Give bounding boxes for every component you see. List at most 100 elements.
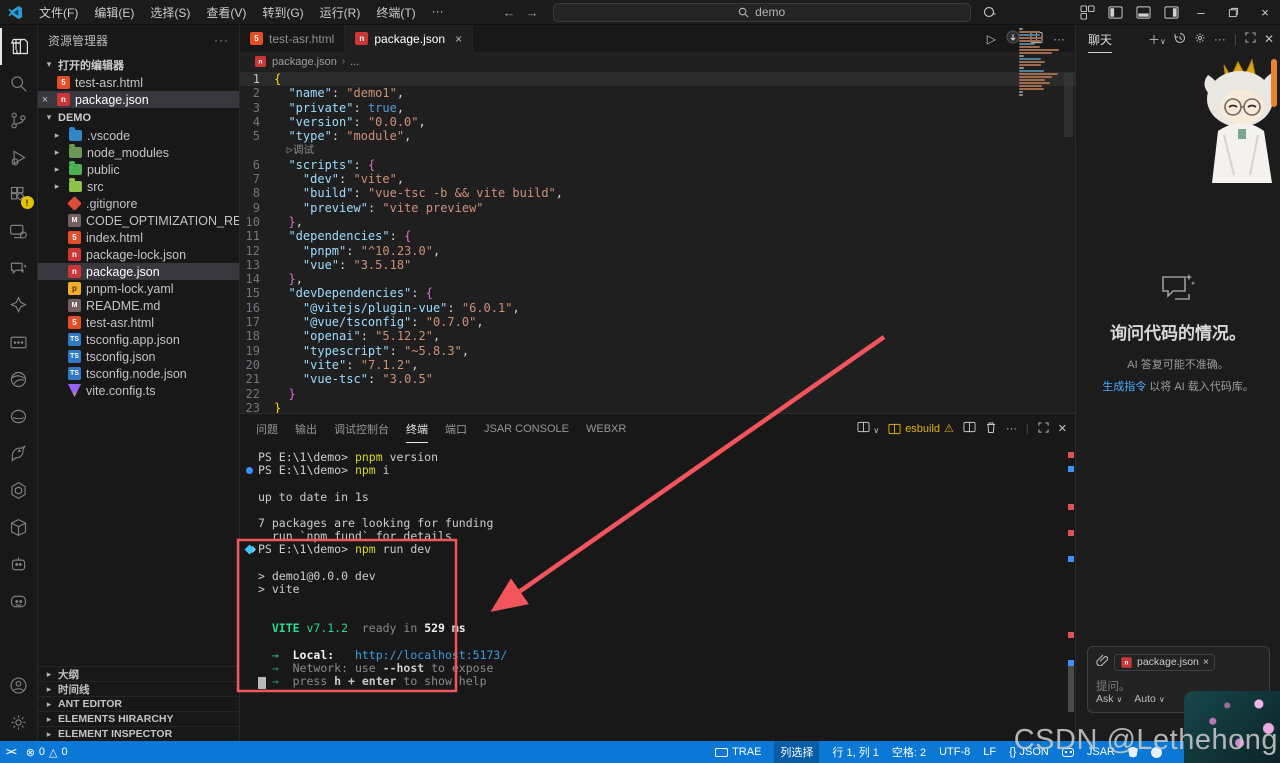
restore-button[interactable] xyxy=(1218,0,1248,24)
settings-gear-icon[interactable] xyxy=(0,704,38,741)
status-item-robot[interactable] xyxy=(1062,748,1074,757)
attach-paperclip-icon[interactable] xyxy=(1096,653,1108,671)
panel-tab-输出[interactable]: 输出 xyxy=(295,414,317,443)
toggle-panel-icon[interactable] xyxy=(1130,1,1156,23)
status-item-UTF-8[interactable]: UTF-8 xyxy=(939,746,970,758)
tree-file-item[interactable]: ppnpm-lock.yaml xyxy=(38,280,239,297)
panel-tab-端口[interactable]: 端口 xyxy=(445,414,467,443)
code-editor[interactable]: 1{2 "name": "demo1",3 "private": true,4 … xyxy=(240,70,1075,413)
maximize-panel-icon[interactable] xyxy=(1038,422,1049,436)
command-decoration-spark[interactable] xyxy=(245,545,255,555)
context-chip-package-json[interactable]: n package.json × xyxy=(1114,654,1215,671)
menu-item[interactable]: 文件(F) xyxy=(32,2,85,23)
toggle-secondary-sidebar-icon[interactable] xyxy=(1158,1,1184,23)
activity-assistant-face-icon[interactable] xyxy=(0,583,38,620)
run-button[interactable]: ▷ xyxy=(987,32,996,46)
status-item-{} JSON[interactable]: {} JSON xyxy=(1009,746,1049,758)
chat-more-icon[interactable]: ··· xyxy=(1214,32,1226,46)
project-root-folder[interactable]: ▾ DEMO xyxy=(38,108,239,127)
close-panel-icon[interactable]: ✕ xyxy=(1058,422,1067,435)
jsar-action-icon[interactable] xyxy=(1006,30,1020,47)
tree-file-item[interactable]: MREADME.md xyxy=(38,297,239,314)
activity-console-box-icon[interactable] xyxy=(0,324,38,361)
status-item-circle[interactable] xyxy=(1151,747,1162,758)
chat-maximize-icon[interactable] xyxy=(1245,32,1256,46)
status-item-列选择[interactable]: 列选择 xyxy=(774,741,819,763)
activity-remote-explorer-icon[interactable] xyxy=(0,213,38,250)
panel-tab-调试控制台[interactable]: 调试控制台 xyxy=(334,414,389,443)
sidebar-section-时间线[interactable]: ▸时间线 xyxy=(38,681,239,696)
sidebar-more-icon[interactable]: ··· xyxy=(214,33,229,47)
menu-item[interactable]: ··· xyxy=(425,2,451,23)
tree-file-item[interactable]: vite.config.ts xyxy=(38,382,239,399)
panel-tab-终端[interactable]: 终端 xyxy=(406,414,428,443)
new-chat-icon[interactable]: ＋∨ xyxy=(1148,31,1166,48)
activity-source-control-icon[interactable] xyxy=(0,102,38,139)
activity-run-debug-icon[interactable] xyxy=(0,139,38,176)
assistant-icon[interactable] xyxy=(977,1,1003,23)
activity-mask-icon[interactable] xyxy=(0,398,38,435)
nav-forward-icon[interactable]: → xyxy=(526,5,539,20)
terminal-output[interactable]: PS E:\1\demo> pnpm versionPS E:\1\demo> … xyxy=(240,443,1075,741)
sidebar-section-ANT EDITOR[interactable]: ▸ANT EDITOR xyxy=(38,696,239,711)
tree-file-item[interactable]: TStsconfig.app.json xyxy=(38,331,239,348)
sidebar-section-ELEMENTS HIRARCHY[interactable]: ▸ELEMENTS HIRARCHY xyxy=(38,711,239,726)
close-editor-icon[interactable]: × xyxy=(38,94,52,106)
panel-tab-WEBXR[interactable]: WEBXR xyxy=(586,414,626,443)
minimize-button[interactable]: – xyxy=(1186,0,1216,24)
command-decoration-dot[interactable] xyxy=(246,467,253,474)
tree-file-item[interactable]: npackage-lock.json xyxy=(38,246,239,263)
terminal-esbuild-tab[interactable]: esbuild ⚠ xyxy=(888,422,954,435)
open-editors-section[interactable]: ▾ 打开的编辑器 xyxy=(38,55,239,74)
tree-file-item[interactable]: 5test-asr.html xyxy=(38,314,239,331)
tree-folder-item[interactable]: ▸public xyxy=(38,161,239,178)
status-item-shield[interactable] xyxy=(1128,747,1138,758)
tree-file-item[interactable]: .gitignore xyxy=(38,195,239,212)
open-editor-item[interactable]: 5test-asr.html xyxy=(38,74,239,91)
editor-scrollbar[interactable] xyxy=(1064,73,1073,137)
tree-file-item[interactable]: TStsconfig.node.json xyxy=(38,365,239,382)
menu-item[interactable]: 运行(R) xyxy=(313,2,368,23)
tree-folder-item[interactable]: ▸.vscode xyxy=(38,127,239,144)
breadcrumb[interactable]: n package.json › ... xyxy=(240,53,1075,70)
status-item-LF[interactable]: LF xyxy=(983,746,996,758)
panel-tab-JSAR CONSOLE[interactable]: JSAR CONSOLE xyxy=(484,414,569,443)
panel-more-icon[interactable]: ··· xyxy=(1006,423,1017,435)
chat-tab[interactable]: 聊天 xyxy=(1088,26,1112,53)
close-tab-icon[interactable]: × xyxy=(455,32,462,46)
account-icon[interactable] xyxy=(0,667,38,704)
activity-hexagon-icon[interactable] xyxy=(0,472,38,509)
generate-instructions-link[interactable]: 生成指令 xyxy=(1102,381,1146,393)
menu-item[interactable]: 选择(S) xyxy=(143,2,197,23)
activity-explorer-icon[interactable] xyxy=(0,28,38,65)
activity-search-icon[interactable] xyxy=(0,65,38,102)
status-item-JSAR[interactable]: JSAR xyxy=(1087,746,1115,758)
chat-history-icon[interactable] xyxy=(1174,32,1186,47)
minimap[interactable] xyxy=(1019,28,1061,96)
menu-item[interactable]: 转到(G) xyxy=(255,2,310,23)
terminal-scrollbar[interactable] xyxy=(1068,666,1074,712)
chat-close-icon[interactable]: ✕ xyxy=(1264,32,1274,46)
chat-settings-gear-icon[interactable] xyxy=(1194,32,1206,47)
menu-item[interactable]: 编辑(E) xyxy=(87,2,141,23)
editor-tab-package.json[interactable]: npackage.json× xyxy=(345,25,473,52)
sidebar-section-大纲[interactable]: ▸大纲 xyxy=(38,666,239,681)
chat-model-dropdown[interactable]: Auto ∨ xyxy=(1134,693,1164,705)
open-editor-item[interactable]: ×npackage.json xyxy=(38,91,239,108)
panel-tab-问题[interactable]: 问题 xyxy=(256,414,278,443)
chat-mode-dropdown[interactable]: Ask ∨ xyxy=(1096,693,1122,705)
activity-extensions-icon[interactable]: ! xyxy=(0,176,38,213)
tree-folder-item[interactable]: ▸src xyxy=(38,178,239,195)
nav-back-icon[interactable]: ← xyxy=(503,5,516,20)
status-item-TRAE[interactable]: TRAE xyxy=(715,746,761,758)
tree-file-item[interactable]: npackage.json xyxy=(38,263,239,280)
activity-bird-icon[interactable] xyxy=(0,435,38,472)
activity-cube-icon[interactable] xyxy=(0,509,38,546)
sidebar-section-ELEMENT INSPECTOR[interactable]: ▸ELEMENT INSPECTOR xyxy=(38,726,239,741)
chip-close-icon[interactable]: × xyxy=(1203,656,1209,668)
problems-status[interactable]: ⊗0 △0 xyxy=(26,746,68,759)
split-terminal-icon[interactable] xyxy=(963,421,976,436)
activity-browser-icon[interactable] xyxy=(0,361,38,398)
terminal-profile-split-icon[interactable]: ∨ xyxy=(857,421,879,436)
activity-robot-icon[interactable] xyxy=(0,546,38,583)
